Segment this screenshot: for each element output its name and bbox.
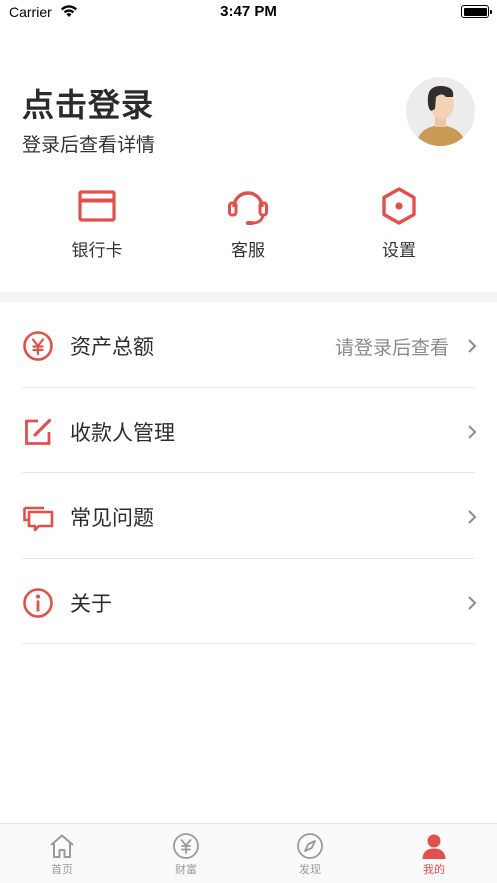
shortcut-settings[interactable]: 设置 (339, 180, 459, 265)
yuan-icon (173, 833, 199, 859)
hexagon-settings-icon (382, 187, 416, 225)
shortcut-label: 客服 (231, 241, 265, 261)
menu-label: 收款人管理 (70, 420, 175, 445)
chevron-right-icon (468, 595, 477, 610)
menu-label: 资产总额 (70, 335, 154, 359)
bank-card-icon (78, 190, 116, 222)
menu-item-payee-management[interactable]: 收款人管理 (0, 388, 497, 473)
status-bar: Carrier 3:47 PM (0, 0, 497, 26)
profile-screen: Carrier 3:47 PM 点击登录 登录后查看详情 银行卡 客服 设置 资… (0, 0, 497, 883)
chevron-right-icon (468, 510, 477, 524)
menu-item-faq[interactable]: 常见问题 (0, 473, 497, 559)
shortcut-customer-service[interactable]: 客服 (188, 180, 308, 265)
section-divider (0, 292, 497, 302)
menu-value: 请登录后查看 (334, 337, 449, 359)
row-separator (22, 643, 475, 644)
tab-discover[interactable]: 发现 (248, 824, 372, 883)
chevron-right-icon (468, 339, 477, 353)
yuan-circle-icon (23, 331, 53, 361)
person-icon (422, 834, 446, 859)
avatar[interactable] (406, 77, 475, 146)
shortcut-label: 设置 (382, 241, 416, 261)
home-icon (50, 834, 74, 858)
chevron-right-icon (468, 424, 477, 439)
tab-label: 我的 (423, 863, 445, 876)
tab-label: 财富 (175, 863, 197, 876)
headset-icon (228, 191, 268, 225)
login-title[interactable]: 点击登录 (22, 80, 154, 126)
tab-label: 发现 (299, 863, 321, 876)
menu-label: 关于 (70, 591, 112, 616)
menu-list: 资产总额 请登录后查看 收款人管理 常见问题 关于 (0, 302, 497, 644)
shortcut-row: 银行卡 客服 设置 (0, 180, 497, 270)
shortcut-label: 银行卡 (71, 241, 123, 261)
avatar-person-icon (406, 77, 475, 146)
menu-item-total-assets[interactable]: 资产总额 请登录后查看 (0, 302, 497, 388)
chat-bubbles-icon (23, 506, 54, 532)
tab-wealth[interactable]: 财富 (124, 824, 248, 883)
tab-mine[interactable]: 我的 (372, 824, 496, 883)
tab-label: 首页 (51, 863, 73, 876)
tab-home[interactable]: 首页 (0, 824, 124, 883)
login-subtitle: 登录后查看详情 (22, 134, 156, 156)
edit-icon (25, 418, 52, 445)
menu-label: 常见问题 (70, 506, 154, 530)
menu-item-about[interactable]: 关于 (0, 559, 497, 644)
tab-bar: 首页 财富 发现 我的 (0, 823, 497, 883)
info-icon (23, 587, 53, 618)
shortcut-bank-card[interactable]: 银行卡 (37, 180, 157, 265)
clock: 3:47 PM (220, 3, 277, 20)
battery-icon (461, 5, 492, 18)
compass-icon (297, 833, 323, 859)
